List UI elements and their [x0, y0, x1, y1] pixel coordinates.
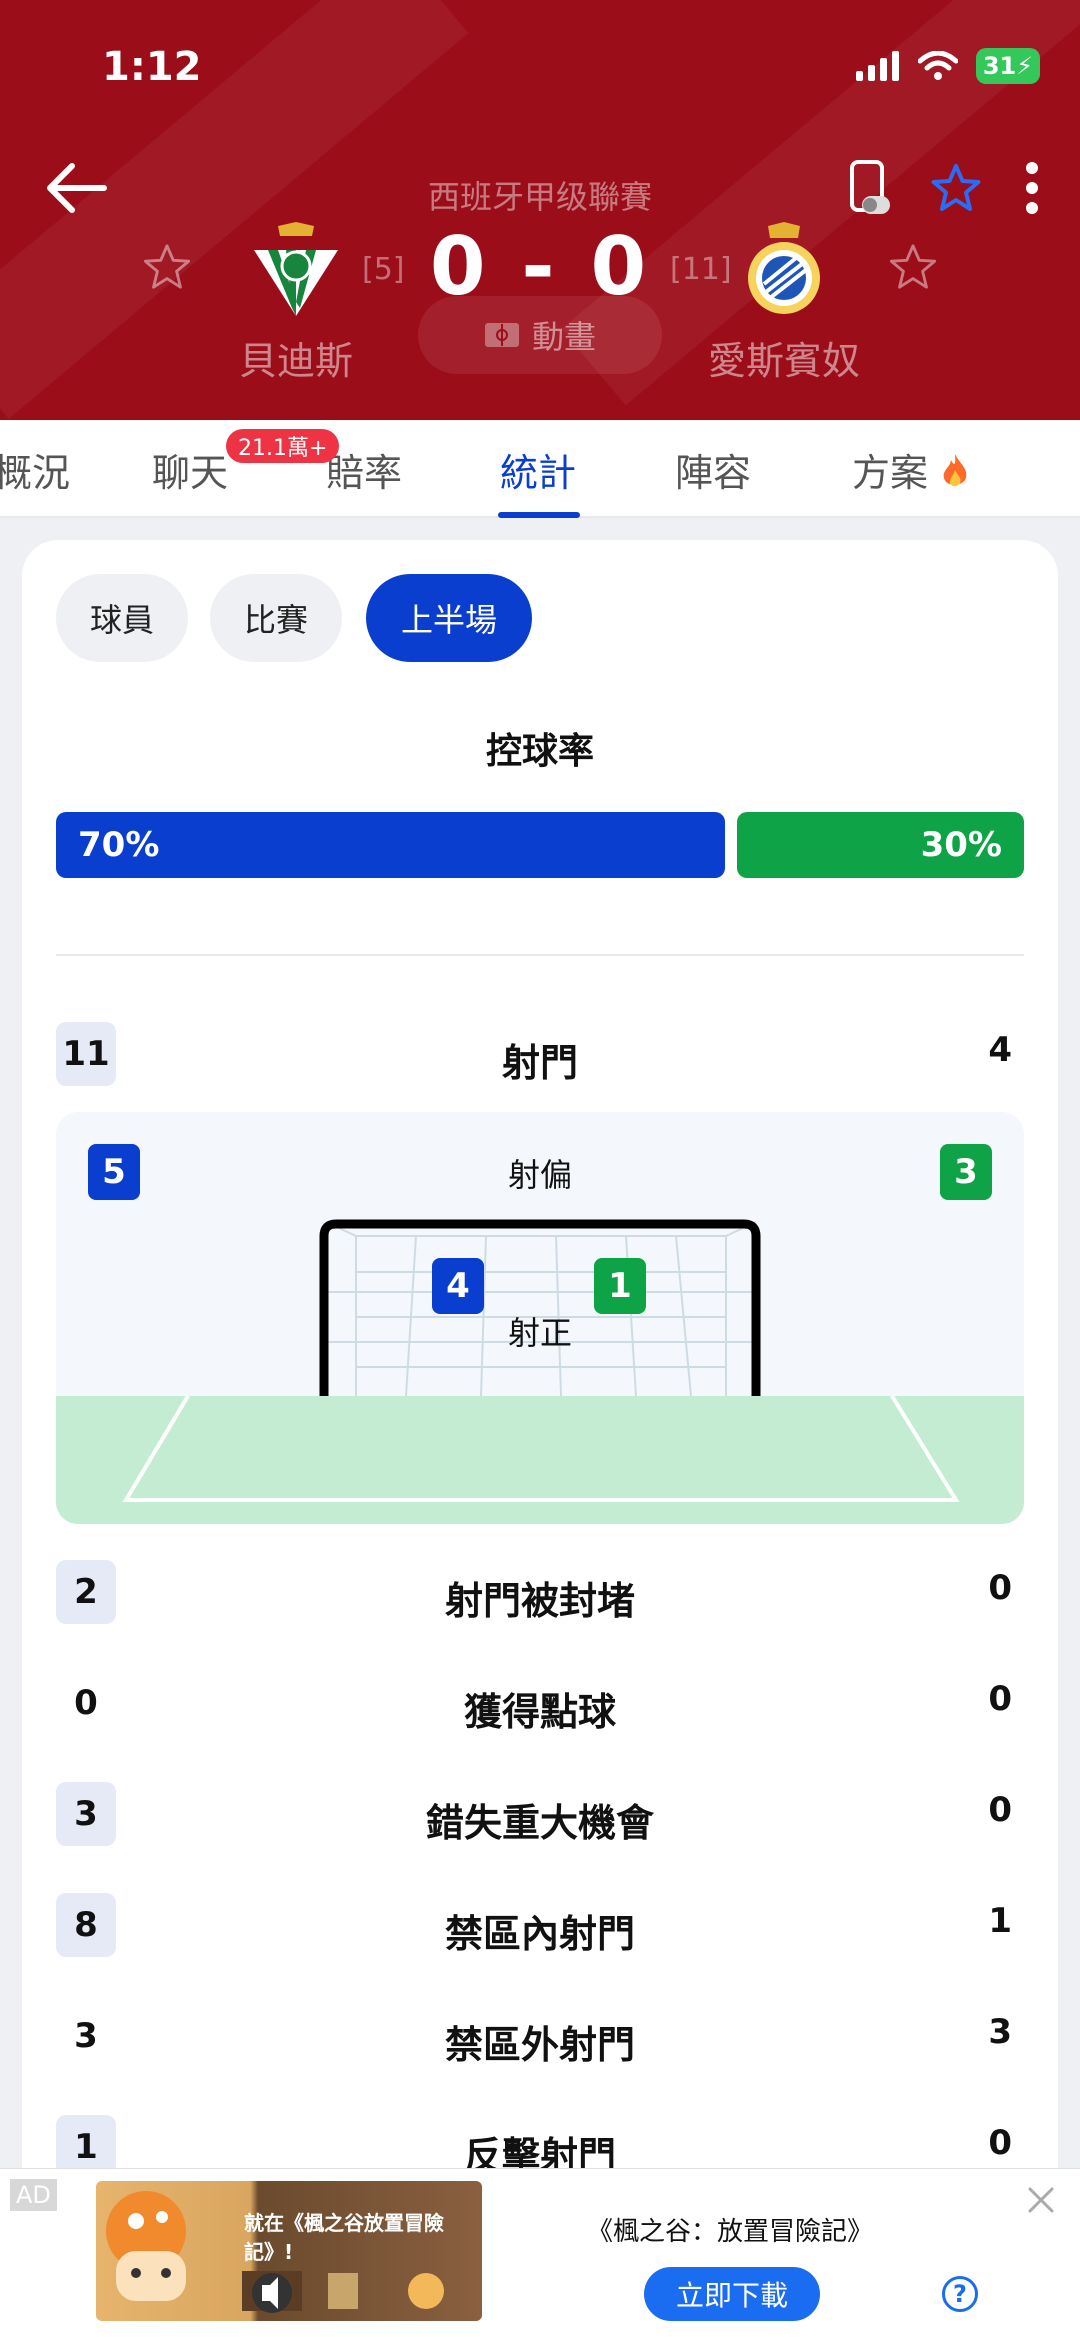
battery-level: 31 — [982, 52, 1017, 80]
status-time: 1:12 — [102, 44, 202, 90]
home-team-name[interactable]: 貝迪斯 — [146, 330, 446, 385]
more-options-icon[interactable] — [1022, 160, 1042, 216]
pitch-icon — [484, 323, 519, 347]
stat-away-value: 0 — [988, 1568, 1012, 1608]
ad-tag: AD — [10, 2179, 57, 2211]
active-tab-underline — [498, 512, 580, 518]
stat-label: 射門被封堵 — [444, 1579, 635, 1623]
on-target-label: 射正 — [507, 1314, 572, 1352]
stat-away-value: 1 — [988, 1901, 1012, 1941]
on-target-home-badge: 4 — [432, 1258, 484, 1314]
off-target-label: 射偏 — [507, 1156, 572, 1194]
stat-row: 0 獲得點球 0 — [56, 1671, 1024, 1735]
stat-label: 錯失重大機會 — [425, 1801, 654, 1845]
tab-overview[interactable]: 概況 — [0, 442, 70, 497]
stat-row: 3 禁區外射門 3 — [56, 2004, 1024, 2068]
off-target-home-badge: 5 — [88, 1144, 140, 1200]
ad-download-button[interactable]: 立即下載 — [644, 2267, 820, 2321]
battery-indicator: 31 ⚡ — [976, 48, 1040, 84]
stat-label: 禁區內射門 — [444, 1912, 635, 1956]
wifi-icon — [918, 51, 958, 80]
tab-chat[interactable]: 聊天 — [152, 442, 228, 497]
tab-lineup[interactable]: 陣容 — [675, 442, 751, 497]
stat-label: 獲得點球 — [463, 1690, 616, 1734]
stat-row: 2 射門被封堵 0 — [56, 1560, 1024, 1624]
animation-button[interactable]: 動畫 — [418, 296, 662, 374]
ad-close-icon[interactable] — [1026, 2185, 1056, 2215]
section-divider — [56, 954, 1024, 956]
stat-away-value: 4 — [988, 1030, 1012, 1070]
stat-label: 禁區外射門 — [444, 2023, 635, 2067]
fire-icon — [943, 454, 967, 486]
stat-row: 8 禁區內射門 1 — [56, 1893, 1024, 1957]
filter-players[interactable]: 球員 — [56, 574, 188, 662]
possession-home-value: 70% — [78, 825, 160, 865]
animation-label: 動畫 — [531, 318, 596, 356]
stat-away-value: 3 — [988, 2012, 1012, 2052]
ad-banner[interactable]: AD 就在《楓之谷放置冒險記》! 《楓之谷：放置冒險記》 立即下載 — [0, 2168, 1080, 2337]
possession-away-value: 30% — [920, 825, 1002, 865]
tab-bar: 概況 聊天 賠率 統計 陣容 方案 — [0, 420, 1080, 518]
possession-home-bar: 70% — [56, 812, 725, 878]
filter-match[interactable]: 比賽 — [210, 574, 342, 662]
favorite-star-icon[interactable] — [930, 163, 982, 213]
tab-stats[interactable]: 統計 — [500, 442, 576, 497]
tab-plans-label: 方案 — [852, 451, 929, 495]
signal-icon — [856, 51, 899, 81]
away-team-name[interactable]: 愛斯賓奴 — [634, 330, 934, 385]
stat-row-shots: 11 射門 4 — [56, 1022, 1024, 1086]
ad-image[interactable]: 就在《楓之谷放置冒險記》! — [96, 2181, 482, 2321]
ad-image-text: 就在《楓之谷放置冒險記》! — [244, 2211, 444, 2264]
shots-goal-panel: 射偏 5 3 4 1 射正 — [56, 1112, 1024, 1524]
chat-count-badge: 21.1萬+ — [226, 429, 340, 463]
on-target-away-badge: 1 — [594, 1258, 646, 1314]
stat-away-value: 0 — [988, 2123, 1012, 2163]
stat-label: 射門 — [501, 1041, 578, 1085]
match-header: 1:12 31 ⚡ 西班牙甲级聯賽 [5] [11] 0 - 0 貝迪斯 愛斯賓… — [0, 0, 1080, 420]
stat-away-value: 0 — [988, 1790, 1012, 1830]
charging-icon: ⚡ — [1016, 52, 1034, 80]
screen-toggle-icon[interactable] — [850, 160, 890, 216]
tab-plans[interactable]: 方案 — [852, 442, 970, 497]
ad-help-icon[interactable]: ? — [942, 2276, 978, 2312]
stat-away-value: 0 — [988, 1679, 1012, 1719]
header-actions — [850, 160, 1042, 216]
off-target-away-badge: 3 — [940, 1144, 992, 1200]
ad-title: 《楓之谷：放置冒險記》 — [586, 2217, 873, 2247]
status-icons: 31 ⚡ — [856, 48, 1040, 84]
possession-title: 控球率 — [485, 731, 594, 772]
stat-row: 3 錯失重大機會 0 — [56, 1782, 1024, 1846]
possession-away-bar: 30% — [737, 812, 1024, 878]
filter-first-half[interactable]: 上半場 — [366, 574, 532, 662]
